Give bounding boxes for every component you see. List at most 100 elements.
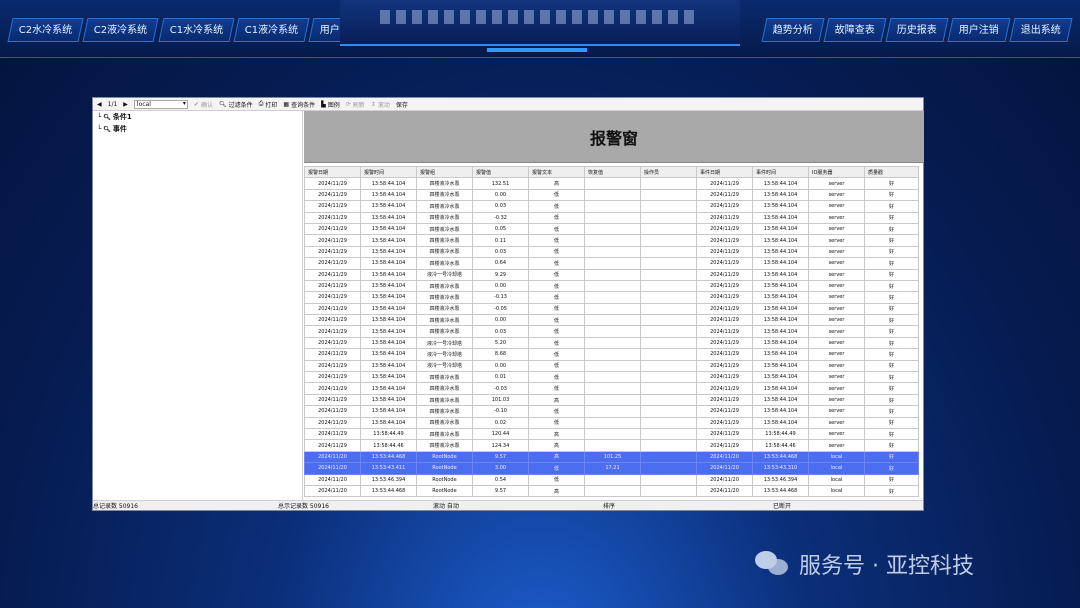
table-cell: 2024/11/29 xyxy=(304,245,361,259)
table-row[interactable]: 2024/11/29 13:58:44.104 液冷一号冷却塔 5.20 低 2024/1… xyxy=(304,336,919,350)
table-cell: 120.44 xyxy=(472,427,529,441)
table-row[interactable]: 2024/11/29 13:58:44.104 四楼液冷水泵 -0.03 低 2024/1… xyxy=(304,382,919,395)
table-cell: 13:58:44.104 xyxy=(360,371,417,384)
table-row[interactable]: 2024/11/29 13:58:44.104 四楼液冷水泵 0.03 低 2024/11… xyxy=(304,325,919,338)
column-header[interactable]: IO服务器 xyxy=(808,166,865,179)
table-cell xyxy=(640,427,697,441)
grid-icon: ▦ xyxy=(283,100,290,108)
server-select[interactable]: local xyxy=(133,99,188,109)
table-row[interactable]: 2024/11/29 13:58:44.104 液冷一号冷却塔 9.29 低 2024/1… xyxy=(304,268,919,281)
nav-exit-system[interactable]: 退出系统 xyxy=(1009,18,1073,42)
table-cell: 低 xyxy=(528,416,585,430)
table-row[interactable]: 2024/11/29 13:58:44.104 四楼液冷水泵 0.64 低 2024/11… xyxy=(304,257,919,270)
table-cell: 2024/11/29 xyxy=(304,393,361,407)
table-row[interactable]: 2024/11/29 13:58:44.104 四楼液冷水泵 0.03 低 2024/11… xyxy=(304,245,919,259)
show-condition-button[interactable]: ▦ 查询条件 xyxy=(283,100,315,109)
tree-item-condition[interactable]: └ 🔍︎ 条件1 xyxy=(93,111,302,123)
table-cell xyxy=(584,382,641,395)
table-cell: 3.00 xyxy=(472,462,529,475)
table-cell: 2024/11/29 xyxy=(304,325,361,338)
confirm-button[interactable]: ✔ 确认 xyxy=(194,100,213,109)
table-cell: 2024/11/29 xyxy=(696,359,753,373)
nav-c1-liquid-cooling[interactable]: C1液冷系统 xyxy=(233,18,310,42)
legend-button[interactable]: ▙ 图例 xyxy=(321,100,340,109)
table-row[interactable]: 2024/11/29 13:58:44.104 四楼液冷水泵 0.00 低 2024/11… xyxy=(304,279,919,293)
table-row[interactable]: 2024/11/29 13:58:44.104 液冷一号冷却塔 8.68 低 2024/1… xyxy=(304,348,919,361)
column-header[interactable]: 事件日期 xyxy=(696,166,753,179)
table-row[interactable]: 2024/11/20 13:53:46.394 RootNode 0.54 低 2024/… xyxy=(304,473,919,486)
table-row[interactable]: 2024/11/29 13:58:44.104 四楼液冷水泵 -0.32 低 2024/1… xyxy=(304,211,919,224)
tree-item-event[interactable]: └ 🔍︎ 事件 xyxy=(93,123,302,135)
nav-c1-water-cooling[interactable]: C1水冷系统 xyxy=(158,18,235,42)
table-cell: local xyxy=(808,450,865,464)
table-cell: 低 xyxy=(528,325,585,338)
nav-history-report[interactable]: 历史报表 xyxy=(885,18,949,42)
refresh-button[interactable]: ⟳ 刷新 xyxy=(346,100,365,109)
title-accent-line xyxy=(487,48,587,52)
watermark-text: 服务号 · 亚控科技 xyxy=(799,554,974,579)
prev-page-button[interactable]: ◀ xyxy=(97,101,102,108)
column-header[interactable]: 质量戳 xyxy=(864,166,919,179)
table-cell: 四楼液冷水泵 xyxy=(416,302,473,316)
table-row[interactable]: 2024/11/20 13:53:43.411 RootNode 3.00 低 17.21… xyxy=(304,462,919,475)
table-cell: 2024/11/29 xyxy=(304,405,361,418)
table-row[interactable]: 2024/11/29 13:58:44.104 四楼液冷水泵 -0.13 低 2024/1… xyxy=(304,291,919,304)
print-button[interactable]: ⎙ 打印 xyxy=(259,100,278,109)
nav-fault-lookup[interactable]: 故障查表 xyxy=(823,18,887,42)
table-row[interactable]: 2024/11/29 13:58:44.49 四楼液冷水泵 120.44 高 2024/1… xyxy=(304,427,919,441)
column-header[interactable]: 报警组 xyxy=(416,166,473,179)
table-cell: 好 xyxy=(864,462,919,475)
table-cell: 2024/11/20 xyxy=(304,473,361,486)
nav-c2-liquid-cooling[interactable]: C2液冷系统 xyxy=(82,18,160,42)
table-row[interactable]: 2024/11/20 13:53:44.468 RootNode 9.57 高 101.2… xyxy=(304,450,919,464)
table-cell: 2024/11/29 xyxy=(696,405,753,418)
table-row[interactable]: 2024/11/29 13:58:44.46 四楼液冷水泵 124.34 高 2024/1… xyxy=(304,439,919,452)
nav-user-logout[interactable]: 用户注销 xyxy=(947,18,1011,42)
table-row[interactable]: 2024/11/29 13:58:44.104 四楼液冷水泵 -0.05 低 2024/1… xyxy=(304,302,919,316)
nav-c2-water-cooling[interactable]: C2水冷系统 xyxy=(7,18,84,42)
column-header[interactable]: 报警文本 xyxy=(528,166,585,179)
table-cell: 13:58:44.104 xyxy=(360,336,417,350)
column-header[interactable]: 恢复值 xyxy=(584,166,641,179)
nav-trend-analysis[interactable]: 趋势分析 xyxy=(761,18,825,42)
table-cell: 0.54 xyxy=(472,473,529,486)
table-row[interactable]: 2024/11/29 13:58:44.104 液冷一号冷却塔 0.00 低 2024/1… xyxy=(304,359,919,373)
filter-condition-button[interactable]: 🔍︎ 过滤条件 xyxy=(219,100,253,109)
table-cell: 2024/11/29 xyxy=(696,348,753,361)
table-cell: server xyxy=(808,348,865,361)
column-header[interactable]: 事件时间 xyxy=(752,166,809,179)
column-header[interactable]: 报警时间 xyxy=(360,166,417,179)
next-page-button[interactable]: ▶ xyxy=(123,101,128,108)
scroll-button[interactable]: ↕ 滚动 xyxy=(371,100,390,109)
table-row[interactable]: 2024/11/29 13:58:44.104 四楼液冷水泵 0.03 低 2024/11… xyxy=(304,200,919,213)
column-header[interactable]: 报警值 xyxy=(472,166,529,179)
table-cell: 13:58:44.104 xyxy=(752,314,809,327)
table-cell: 2024/11/29 xyxy=(304,382,361,395)
table-cell: 高 xyxy=(528,484,585,498)
table-row[interactable]: 2024/11/29 13:58:44.104 四楼液冷水泵 0.11 低 2024/11… xyxy=(304,234,919,247)
table-cell: 2024/11/29 xyxy=(696,177,753,190)
table-cell: 13:58:44.104 xyxy=(360,348,417,361)
table-row[interactable]: 2024/11/29 13:58:44.104 四楼液冷水泵 0.00 低 2024/11… xyxy=(304,188,919,202)
legend-icon: ▙ xyxy=(321,100,326,108)
column-header[interactable]: 操作员 xyxy=(640,166,697,179)
table-cell: 13:58:44.104 xyxy=(752,371,809,384)
table-cell: 好 xyxy=(864,348,919,361)
alarm-grid[interactable]: 报警日期 报警时间 报警组 报警值 报警文本 恢复值 操作员 事件日期 事件时间 IO服务器 质量戳… xyxy=(304,166,924,502)
table-cell xyxy=(640,188,697,202)
table-row[interactable]: 2024/11/29 13:58:44.104 四楼液冷水泵 -0.10 低 2024/1… xyxy=(304,405,919,418)
table-cell: 四楼液冷水泵 xyxy=(416,416,473,430)
table-cell: 低 xyxy=(528,473,585,486)
save-button[interactable]: 保存 xyxy=(396,100,408,109)
table-row[interactable]: 2024/11/29 13:58:44.104 四楼液冷水泵 0.00 低 2024/11… xyxy=(304,314,919,327)
table-row[interactable]: 2024/11/29 13:58:44.104 四楼液冷水泵 132.51 高 2024/… xyxy=(304,177,919,190)
table-row[interactable]: 2024/11/29 13:58:44.104 四楼液冷水泵 0.01 低 2024/11… xyxy=(304,371,919,384)
table-row[interactable]: 2024/11/29 13:58:44.104 四楼液冷水泵 0.05 低 2024/11… xyxy=(304,222,919,236)
table-row[interactable]: 2024/11/29 13:58:44.104 四楼液冷水泵 0.02 低 2024/11… xyxy=(304,416,919,430)
table-row[interactable]: 2024/11/20 13:53:44.468 RootNode 9.57 高 2024/… xyxy=(304,484,919,498)
table-cell: -0.13 xyxy=(472,291,529,304)
check-icon: ✔ xyxy=(193,100,199,108)
column-header[interactable]: 报警日期 xyxy=(304,166,361,179)
table-row[interactable]: 2024/11/29 13:58:44.104 四楼液冷水泵 101.03 高 2024/… xyxy=(304,393,919,407)
table-cell xyxy=(640,473,697,486)
